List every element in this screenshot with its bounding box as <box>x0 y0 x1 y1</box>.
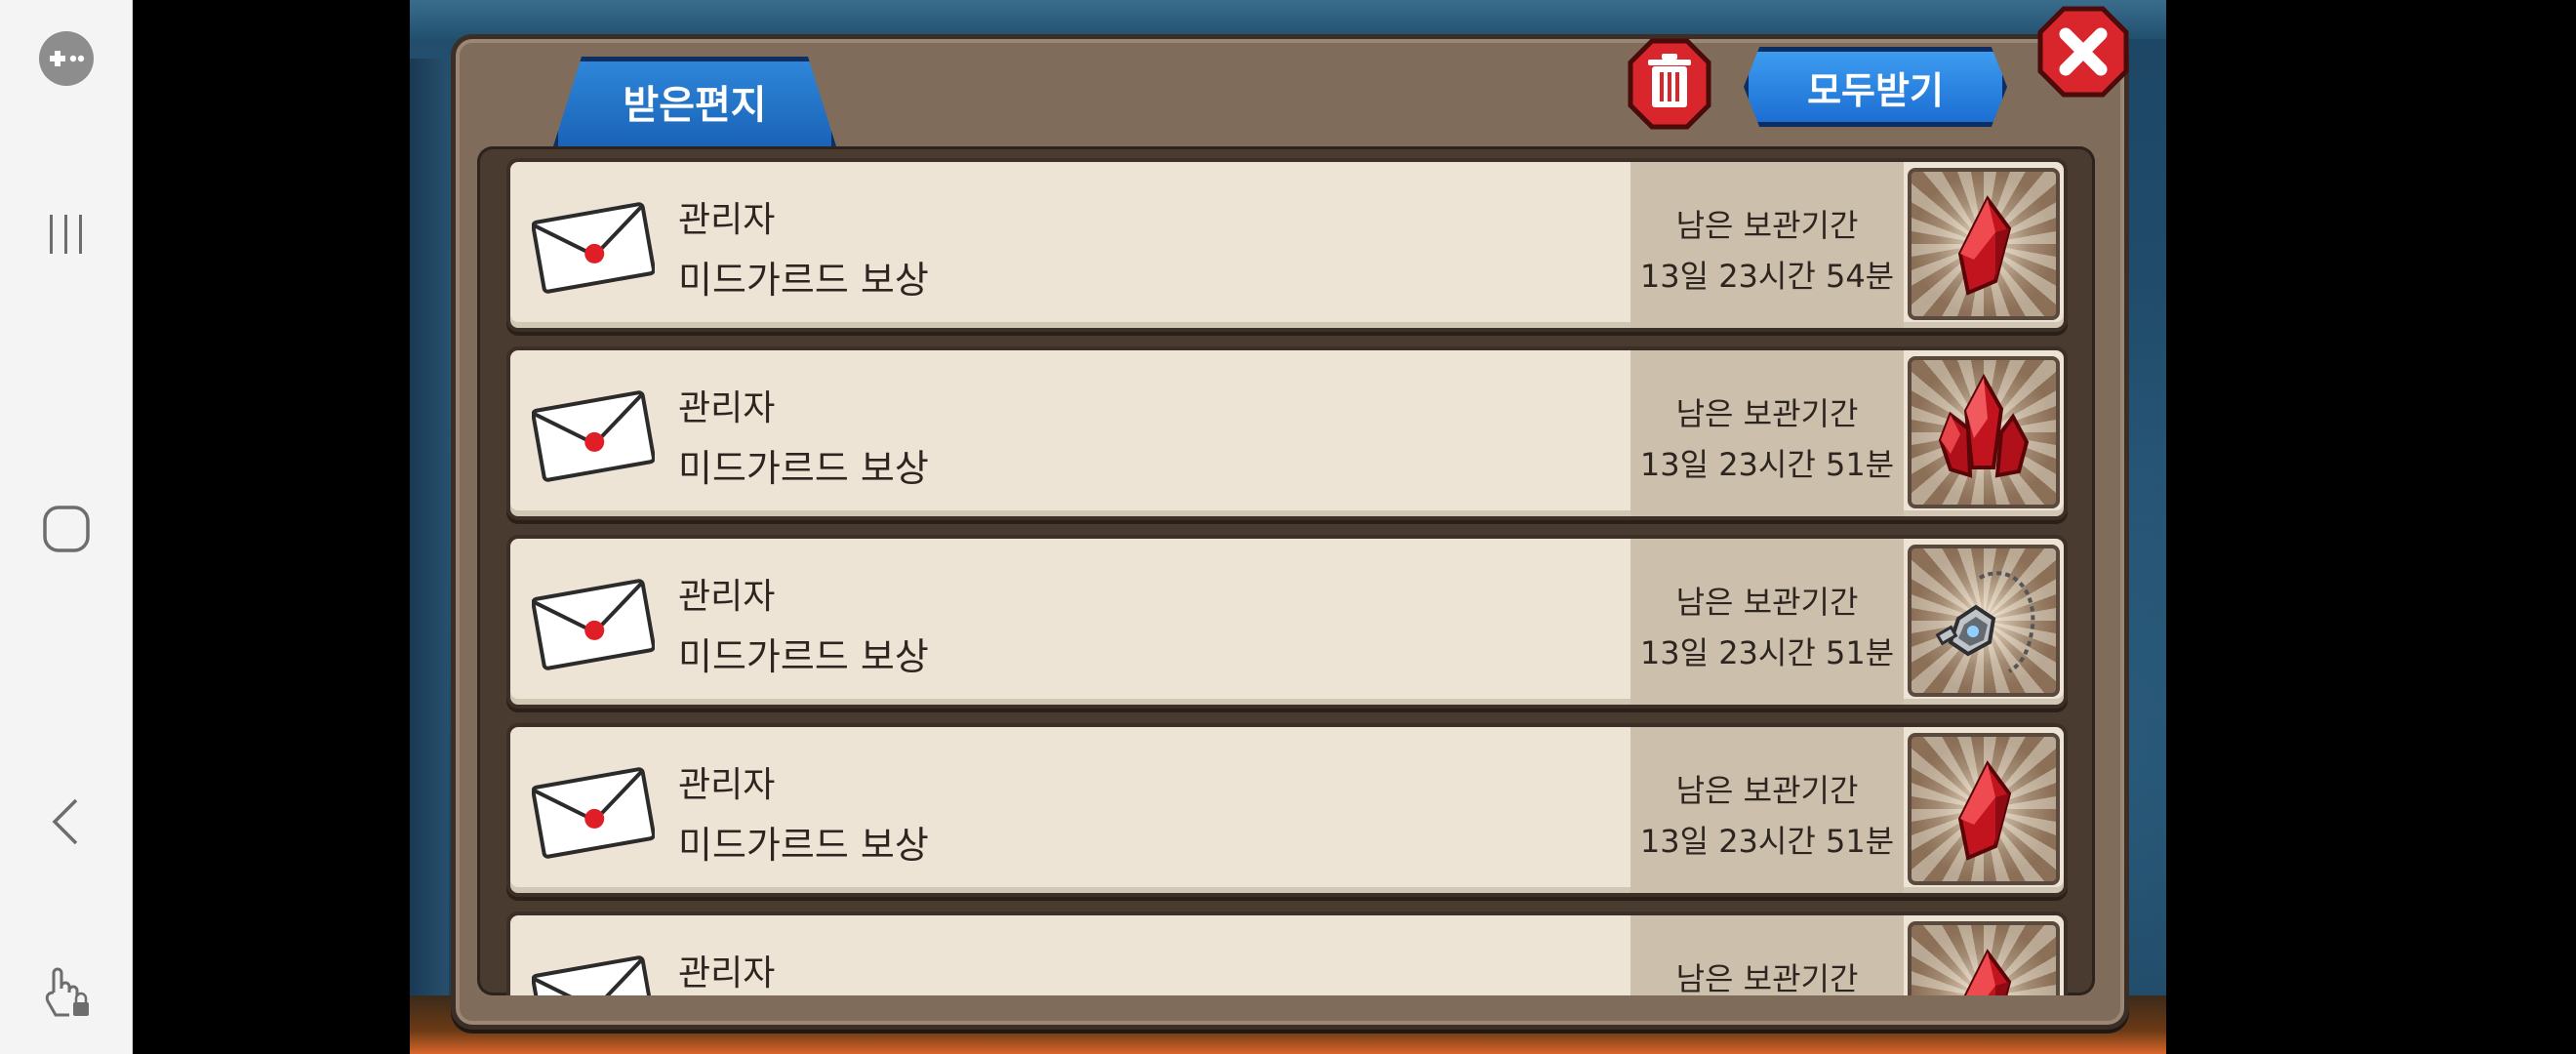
envelope-icon <box>532 579 655 670</box>
trash-icon <box>1628 38 1711 130</box>
tab-label: 받은편지 <box>623 82 767 128</box>
mail-row[interactable]: 관리자 미드가르드 보상 남은 보관기간 13일 23시간 54분 <box>506 158 2068 332</box>
mail-sender: 관리자 <box>678 577 776 617</box>
reward-item[interactable] <box>1908 921 2060 995</box>
silver-pendant-icon <box>1935 571 2035 673</box>
mail-sender: 관리자 <box>678 200 776 240</box>
receive-all-button[interactable]: 모두받기 <box>1744 47 2007 127</box>
remaining-period: 남은 보관기간 <box>1630 915 1904 995</box>
envelope-icon <box>532 767 655 859</box>
mail-row[interactable]: 관리자 미드가르드 보상 남은 보관기간 13일 23시간 51분 <box>506 723 2068 897</box>
mail-row[interactable]: 관리자 남은 보관기간 <box>506 912 2068 995</box>
remaining-period-label: 남은 보관기간 <box>1675 207 1859 244</box>
mail-title: 미드가르드 보상 <box>678 259 929 302</box>
envelope-icon <box>532 390 655 482</box>
mail-row[interactable]: 관리자 미드가르드 보상 남은 보관기간 13일 23시간 51분 <box>506 346 2068 520</box>
back-icon[interactable] <box>0 790 132 853</box>
red-gem-icon <box>1957 760 2012 861</box>
remaining-period-label: 남은 보관기간 <box>1675 772 1859 809</box>
game-launcher-icon[interactable] <box>0 29 132 88</box>
home-icon[interactable] <box>0 498 132 560</box>
mail-row[interactable]: 관리자 미드가르드 보상 남은 보관기간 13일 23시간 51분 <box>506 535 2068 709</box>
remaining-period-time: 13일 23시간 54분 <box>1639 258 1895 295</box>
reward-item[interactable] <box>1908 733 2060 885</box>
mail-sender: 관리자 <box>678 388 776 428</box>
remaining-period: 남은 보관기간 13일 23시간 51분 <box>1630 727 1904 893</box>
recent-apps-icon[interactable] <box>0 205 132 264</box>
reward-item[interactable] <box>1908 168 2060 320</box>
mail-list[interactable]: 관리자 미드가르드 보상 남은 보관기간 13일 23시간 54분 관리자 미드… <box>477 146 2095 995</box>
red-gem-icon <box>1957 195 2012 296</box>
mail-sender: 관리자 <box>678 765 776 805</box>
system-nav-bar <box>0 0 133 1054</box>
remaining-period-label: 남은 보관기간 <box>1675 584 1859 621</box>
envelope-icon <box>532 202 655 294</box>
mail-title: 미드가르드 보상 <box>678 635 929 678</box>
reward-item[interactable] <box>1908 545 2060 697</box>
envelope-icon <box>532 955 655 995</box>
remaining-period: 남은 보관기간 13일 23시간 51분 <box>1630 539 1904 705</box>
remaining-period-time: 13일 23시간 51분 <box>1639 823 1895 860</box>
tab-received-mail[interactable]: 받은편지 <box>553 57 836 146</box>
delete-button[interactable] <box>1627 37 1712 131</box>
close-button[interactable] <box>2036 5 2130 99</box>
mail-title: 미드가르드 보상 <box>678 447 929 490</box>
red-gem-icon <box>1963 949 2012 995</box>
remaining-period: 남은 보관기간 13일 23시간 51분 <box>1630 350 1904 516</box>
mail-title: 미드가르드 보상 <box>678 824 929 867</box>
touch-lock-icon[interactable] <box>0 961 132 1024</box>
remaining-period-label: 남은 보관기간 <box>1675 960 1859 995</box>
reward-item[interactable] <box>1908 356 2060 508</box>
close-icon <box>2037 6 2129 98</box>
remaining-period-time: 13일 23시간 51분 <box>1639 634 1895 671</box>
red-crystal-cluster-icon <box>1938 373 2030 478</box>
remaining-period: 남은 보관기간 13일 23시간 54분 <box>1630 162 1904 328</box>
mailbox-dialog: 받은편지 모두받기 관리자 미드가르드 보상 남은 보관기간 13일 23시간 … <box>451 6 2129 1030</box>
receive-all-label: 모두받기 <box>1807 68 1944 112</box>
mail-sender: 관리자 <box>678 953 776 993</box>
remaining-period-label: 남은 보관기간 <box>1675 395 1859 432</box>
remaining-period-time: 13일 23시간 51분 <box>1639 446 1895 483</box>
